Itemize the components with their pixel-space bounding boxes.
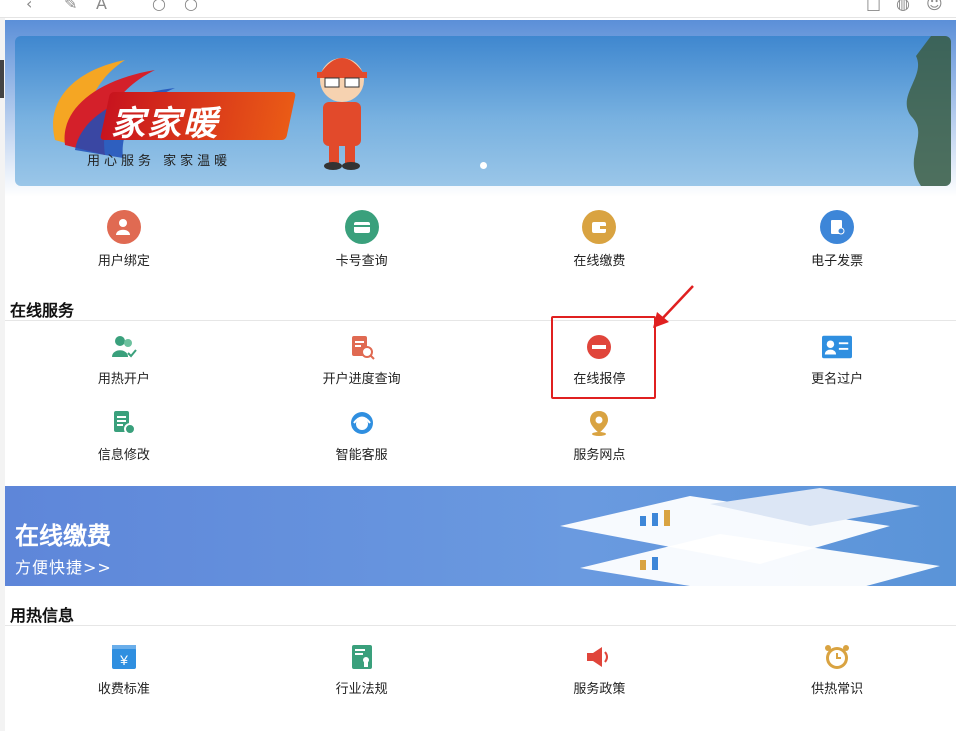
- service-label: 用户绑定: [97, 254, 150, 269]
- service-label: 在线缴费: [573, 254, 626, 269]
- brush-icon[interactable]: ✎: [64, 0, 77, 13]
- highlight-box: [551, 316, 656, 399]
- service-progress-query[interactable]: 开户进度查询: [243, 332, 481, 387]
- square-icon[interactable]: □: [866, 0, 881, 13]
- service-outlets[interactable]: 服务网点: [481, 408, 719, 463]
- zoom-in-icon[interactable]: ○: [184, 0, 198, 13]
- text-icon[interactable]: A: [96, 0, 107, 13]
- service-card-query[interactable]: 卡号查询: [243, 210, 481, 269]
- section-title-online-service: 在线服务: [10, 301, 75, 320]
- invoice-icon: [820, 210, 855, 244]
- service-label: 开户进度查询: [322, 372, 401, 387]
- service-e-invoice[interactable]: 电子发票: [718, 210, 956, 269]
- banner-area: 家家暖 用心服务 家家温暖: [5, 20, 956, 197]
- info-label: 行业法规: [335, 682, 388, 697]
- service-label: 服务网点: [573, 448, 626, 463]
- divider: [5, 625, 956, 626]
- extension-icon[interactable]: ☺: [926, 0, 943, 13]
- info-label: 收费标准: [97, 682, 150, 697]
- id-card-icon: [822, 332, 853, 362]
- service-label: 智能客服: [335, 448, 388, 463]
- service-smart-support[interactable]: 智能客服: [243, 408, 481, 463]
- carousel-dot[interactable]: [480, 162, 487, 169]
- doc-settings-icon: [109, 408, 139, 438]
- browser-toolbar: ‹ ✎ A ○ ○ □ ◍ ☺: [0, 0, 956, 18]
- globe-icon[interactable]: ◍: [896, 0, 910, 13]
- heat-info-grid: ¥ 收费标准 行业法规 服务政策 供热常识: [5, 642, 956, 697]
- location-pin-icon: [584, 408, 614, 438]
- info-regulations[interactable]: 行业法规: [243, 642, 481, 697]
- zoom-out-icon[interactable]: ○: [152, 0, 166, 13]
- empty-cell: [718, 408, 956, 463]
- tree-icon: [906, 36, 951, 186]
- arrow-icon: [653, 285, 694, 328]
- online-pay-banner[interactable]: 在线缴费 方便快捷>>: [5, 486, 956, 586]
- brand-slogan: 用心服务 家家温暖: [87, 154, 232, 169]
- service-label: 更名过户: [811, 372, 864, 387]
- divider: [5, 320, 956, 321]
- documents-illustration-icon: [560, 488, 940, 586]
- info-label: 供热常识: [811, 682, 864, 697]
- info-fee-standard[interactable]: ¥ 收费标准: [5, 642, 243, 697]
- service-label: 用热开户: [97, 372, 150, 387]
- doc-search-icon: [347, 332, 377, 362]
- left-marker: [0, 60, 4, 98]
- service-name-transfer[interactable]: 更名过户: [718, 332, 956, 387]
- info-label: 服务政策: [573, 682, 626, 697]
- banner-carousel[interactable]: 家家暖 用心服务 家家温暖: [15, 36, 951, 186]
- alarm-clock-icon: [822, 642, 852, 672]
- speaker-icon: [584, 642, 614, 672]
- svg-text:¥: ¥: [119, 652, 128, 668]
- page: 家家暖 用心服务 家家温暖 用户绑定 卡号查询 在线缴费 电子发票 在线服务 用…: [5, 18, 956, 731]
- card-query-icon: [344, 210, 379, 244]
- headset-icon: [347, 408, 377, 438]
- certificate-icon: [347, 642, 377, 672]
- user-bind-icon: [106, 210, 141, 244]
- wallet-icon: [582, 210, 617, 244]
- yuan-icon: ¥: [109, 642, 139, 672]
- service-info-modify[interactable]: 信息修改: [5, 408, 243, 463]
- quick-services: 用户绑定 卡号查询 在线缴费 电子发票: [5, 210, 956, 269]
- online-service-row-2: 信息修改 智能客服 服务网点: [5, 408, 956, 463]
- back-icon[interactable]: ‹: [26, 0, 32, 13]
- service-label: 卡号查询: [335, 254, 388, 269]
- service-online-pay[interactable]: 在线缴费: [481, 210, 719, 269]
- section-title-heat-info: 用热信息: [10, 606, 75, 625]
- mascot-icon: [317, 58, 367, 170]
- brand-name: 家家暖: [111, 104, 219, 144]
- service-user-bind[interactable]: 用户绑定: [5, 210, 243, 269]
- info-policy[interactable]: 服务政策: [481, 642, 719, 697]
- online-service-row-1: 用热开户 开户进度查询 在线报停 更名过户: [5, 332, 956, 387]
- service-label: 电子发票: [811, 254, 864, 269]
- service-label: 信息修改: [97, 448, 150, 463]
- info-heating-tips[interactable]: 供热常识: [718, 642, 956, 697]
- users-check-icon: [109, 332, 139, 362]
- pay-banner-subtitle[interactable]: 方便快捷>>: [15, 554, 112, 578]
- pay-banner-title: 在线缴费: [15, 522, 111, 550]
- service-heat-account[interactable]: 用热开户: [5, 332, 243, 387]
